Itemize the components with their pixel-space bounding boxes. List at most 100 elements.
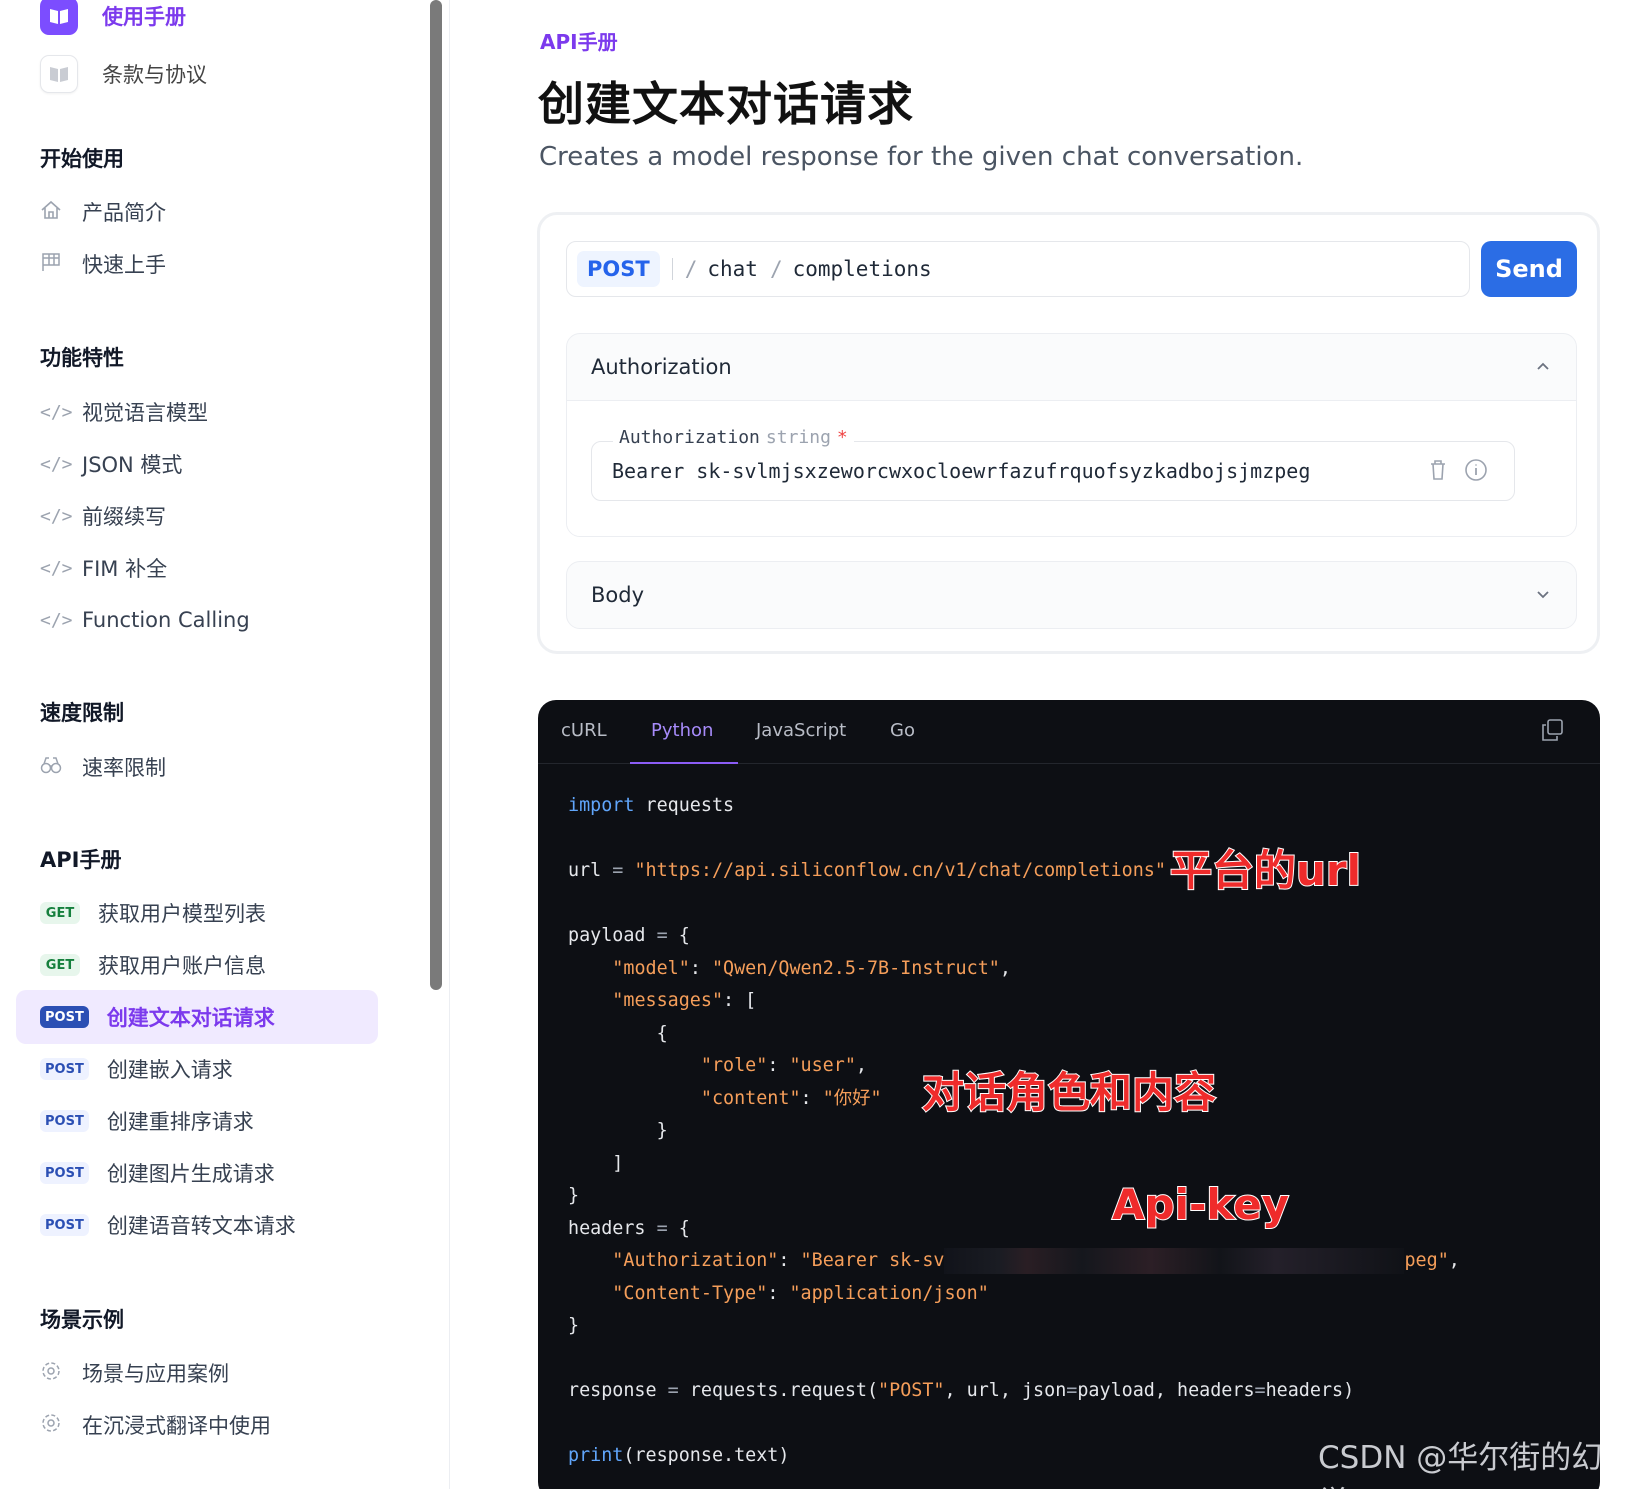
tab-go[interactable]: Go <box>890 720 915 741</box>
code-token: "Content-Type" <box>612 1282 768 1304</box>
tab-curl[interactable]: cURL <box>561 720 607 741</box>
sidebar-item-vlm[interactable]: </> 视觉语言模型 <box>40 396 208 428</box>
field-name: Authorization <box>619 427 760 448</box>
path-segment: chat <box>707 257 758 281</box>
api-item-list-models[interactable]: GET 获取用户模型列表 <box>16 886 378 940</box>
code-token: headers <box>568 1217 646 1239</box>
authorization-panel: Authorization Bearer sk-svlmjsxzeworcwxo… <box>566 333 1577 537</box>
path-segment: completions <box>792 257 932 281</box>
method-badge: GET <box>40 954 80 976</box>
sidebar-item-use-cases[interactable]: 场景与应用案例 <box>40 1357 229 1389</box>
code-icon: </> <box>40 505 73 527</box>
endpoint-bar: POST / chat / completions <box>566 241 1470 297</box>
section-title-rate-limits: 速度限制 <box>40 701 124 725</box>
sidebar-item-immersive-translate[interactable]: 在沉浸式翻译中使用 <box>40 1409 271 1441</box>
code-token: "user" <box>789 1055 856 1076</box>
code-token: "messages" <box>612 990 724 1011</box>
code-token: payload <box>568 925 646 946</box>
api-item-chat-completions[interactable]: POST 创建文本对话请求 <box>16 990 378 1044</box>
copy-icon[interactable] <box>1540 718 1563 742</box>
section-title-api-manual: API手册 <box>40 848 122 872</box>
code-token: peg" <box>1404 1250 1449 1271</box>
code-token: "Bearer sk-sv <box>800 1250 945 1271</box>
api-item-embeddings[interactable]: POST 创建嵌入请求 <box>16 1042 378 1096</box>
sidebar-item-intro[interactable]: 产品简介 <box>40 196 166 228</box>
page-subtitle: Creates a model response for the given c… <box>539 142 1304 172</box>
body-panel-title: Body <box>591 583 645 607</box>
code-token: , url, json <box>944 1380 1067 1401</box>
code-icon: </> <box>40 609 73 631</box>
section-title-features: 功能特性 <box>40 346 124 370</box>
sidebar-item-rate-limit[interactable]: 速率限制 <box>40 751 166 783</box>
code-token: "application/json" <box>789 1282 989 1304</box>
section-title-getting-started: 开始使用 <box>40 147 124 171</box>
required-marker: * <box>836 427 848 448</box>
chevron-down-icon <box>1536 584 1550 603</box>
authorization-panel-header[interactable]: Authorization <box>567 334 1576 400</box>
language-tabs: cURL Python JavaScript Go <box>538 700 1600 764</box>
binoculars-icon <box>40 755 68 780</box>
api-item-rerank[interactable]: POST 创建重排序请求 <box>16 1094 378 1148</box>
redacted-api-key <box>944 1248 1405 1274</box>
authorization-input[interactable]: Bearer sk-svlmjsxzeworcwxocloewrfazufrqu… <box>591 441 1515 501</box>
sidebar-item-json-mode[interactable]: </> JSON 模式 <box>40 448 182 480</box>
code-token: url <box>568 860 602 881</box>
sidebar-item-fim[interactable]: </> FIM 补全 <box>40 552 167 584</box>
code-token: "role" <box>700 1055 768 1076</box>
code-token: print <box>568 1445 624 1466</box>
code-icon: </> <box>40 453 73 475</box>
sidebar-divider <box>449 0 450 1489</box>
sidebar-item-function-calling[interactable]: </> Function Calling <box>40 604 250 636</box>
book-icon <box>40 0 78 35</box>
api-item-image-generation[interactable]: POST 创建图片生成请求 <box>16 1146 378 1200</box>
watermark: CSDN @华尔街的幻觉 <box>1318 1440 1603 1489</box>
tab-javascript[interactable]: JavaScript <box>756 720 846 741</box>
active-tab-indicator <box>630 762 738 764</box>
authorization-field-label: Authorization string * <box>613 427 854 448</box>
api-item-account-info[interactable]: GET 获取用户账户信息 <box>16 938 378 992</box>
page-title: 创建文本对话请求 <box>538 77 914 131</box>
flag-icon <box>40 252 68 277</box>
authorization-panel-title: Authorization <box>591 355 732 379</box>
sidebar-item-quickstart[interactable]: 快速上手 <box>40 248 166 280</box>
code-token: (response.text) <box>623 1445 790 1466</box>
code-token: "Qwen/Qwen2.5-7B-Instruct" <box>711 957 1000 979</box>
method-badge: POST <box>577 251 660 287</box>
method-badge: POST <box>40 1006 89 1028</box>
field-type: string <box>765 427 831 448</box>
body-panel[interactable]: Body <box>566 561 1577 629</box>
sidebar-scrollbar[interactable] <box>430 0 442 990</box>
code-icon: </> <box>40 557 73 579</box>
gear-icon <box>40 1360 68 1387</box>
breadcrumb: API手册 <box>540 30 618 54</box>
path-separator: / <box>769 257 783 281</box>
nav-terms[interactable]: 条款与协议 <box>40 54 207 94</box>
tab-python[interactable]: Python <box>651 720 713 741</box>
home-icon <box>40 200 68 225</box>
nav-user-manual[interactable]: 使用手册 <box>40 0 186 36</box>
code-token: response <box>568 1380 657 1401</box>
book-icon <box>40 55 78 93</box>
body-panel-header[interactable]: Body <box>567 562 1576 628</box>
authorization-panel-body: Bearer sk-svlmjsxzeworcwxocloewrfazufrqu… <box>567 400 1576 536</box>
divider <box>671 258 673 280</box>
sidebar-item-prefix[interactable]: </> 前缀续写 <box>40 500 166 532</box>
method-badge: POST <box>40 1162 89 1184</box>
send-button[interactable]: Send <box>1481 241 1577 297</box>
code-token: "https://api.siliconflow.cn/v1/chat/comp… <box>634 860 1166 881</box>
api-item-speech-to-text[interactable]: POST 创建语音转文本请求 <box>16 1198 378 1252</box>
request-card: POST / chat / completions Send Authoriza… <box>537 212 1600 654</box>
code-token: "POST" <box>878 1380 945 1401</box>
nav-terms-label: 条款与协议 <box>102 63 207 87</box>
method-badge: POST <box>40 1214 89 1236</box>
method-badge: POST <box>40 1110 89 1132</box>
nav-user-manual-label: 使用手册 <box>102 5 186 29</box>
code-token: headers) <box>1265 1380 1355 1401</box>
trash-icon[interactable] <box>1428 458 1448 488</box>
authorization-value: Bearer sk-svlmjsxzeworcwxocloewrfazufrqu… <box>612 459 1311 483</box>
info-icon[interactable] <box>1464 458 1488 488</box>
annotation-messages: 对话角色和内容 <box>921 1067 1217 1118</box>
annotation-url: 平台的url <box>1169 845 1362 896</box>
code-token: payload, headers <box>1077 1380 1255 1401</box>
code-token: "Authorization" <box>612 1250 779 1271</box>
